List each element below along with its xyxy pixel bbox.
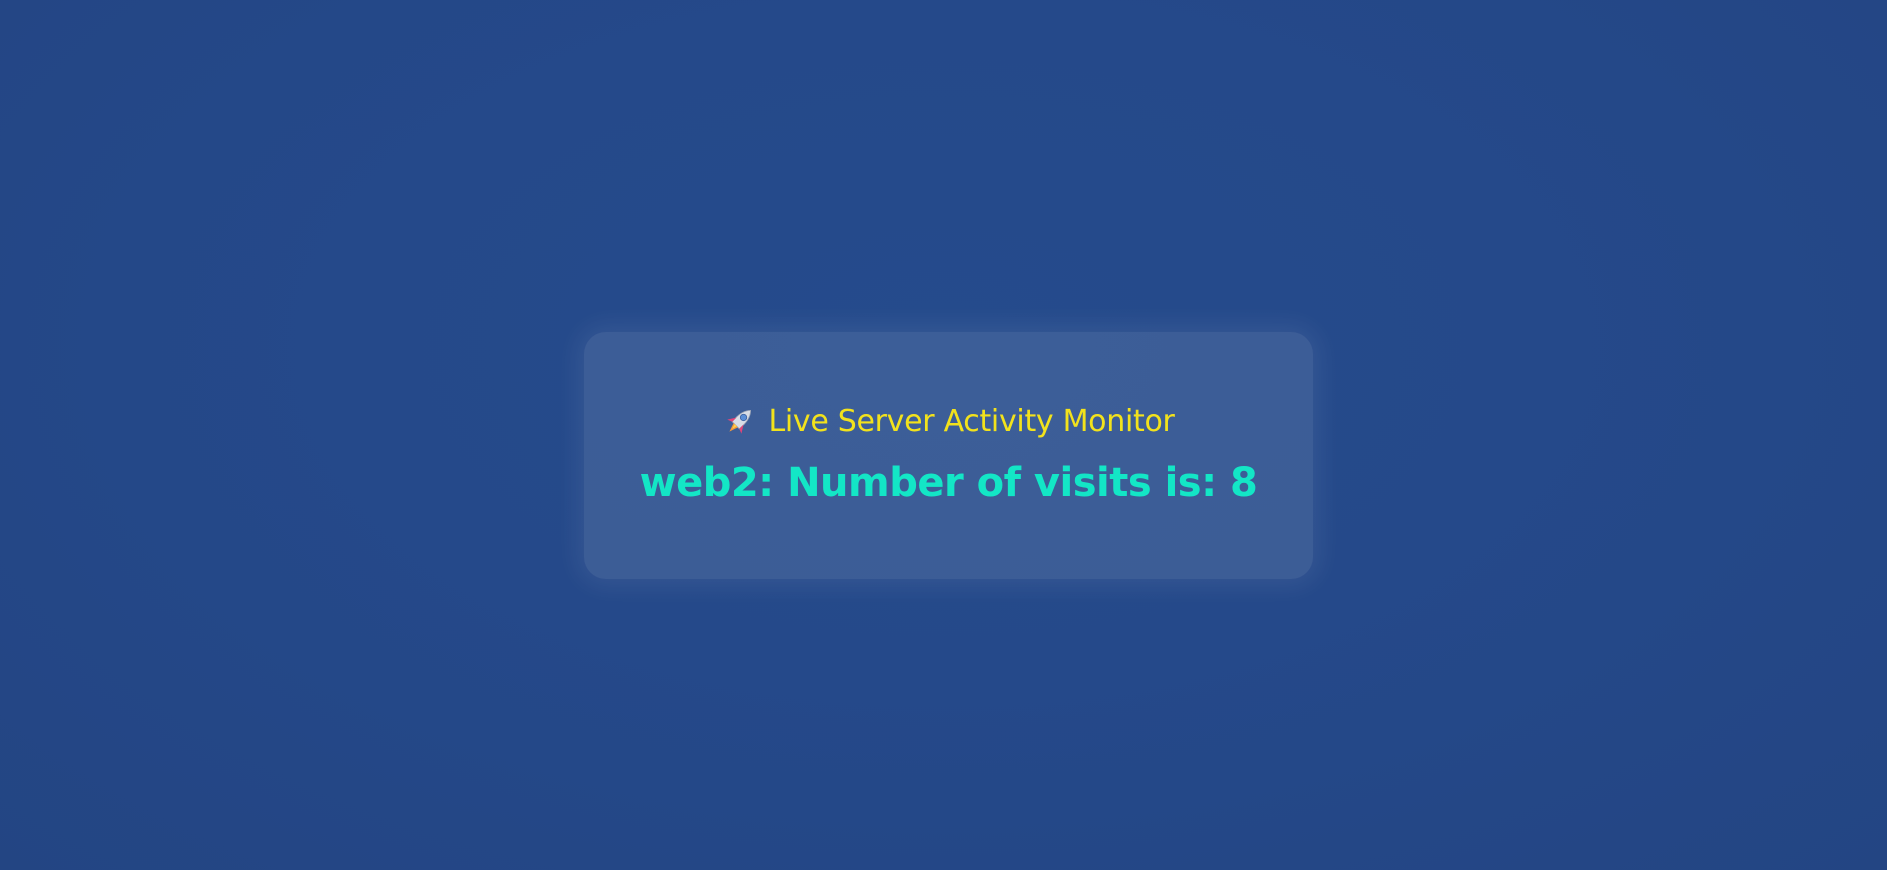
visits-readout: web2: Number of visits is: 8: [584, 460, 1313, 506]
server-separator: :: [758, 460, 788, 506]
title-text: Live Server Activity Monitor: [768, 403, 1175, 439]
visits-count: 8: [1230, 460, 1258, 506]
monitor-title: Live Server Activity Monitor: [584, 403, 1313, 439]
server-name: web2: [639, 460, 759, 506]
visits-label: Number of visits is:: [787, 460, 1217, 506]
monitor-card: Live Server Activity Monitor web2: Numbe…: [584, 332, 1313, 579]
rocket-icon: [722, 403, 758, 439]
